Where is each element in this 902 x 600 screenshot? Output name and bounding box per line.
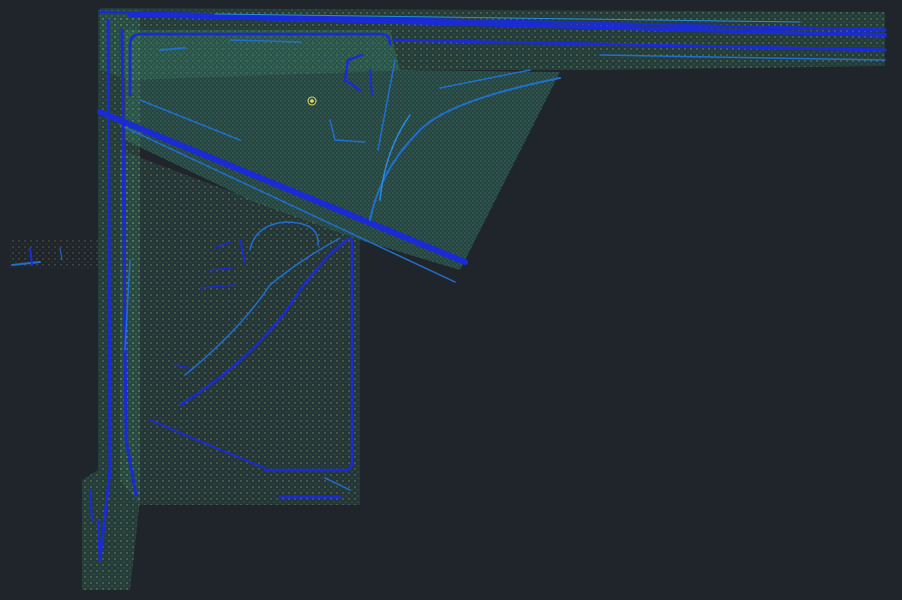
point-cloud-layer [10, 8, 885, 590]
map-canvas[interactable] [0, 0, 902, 600]
